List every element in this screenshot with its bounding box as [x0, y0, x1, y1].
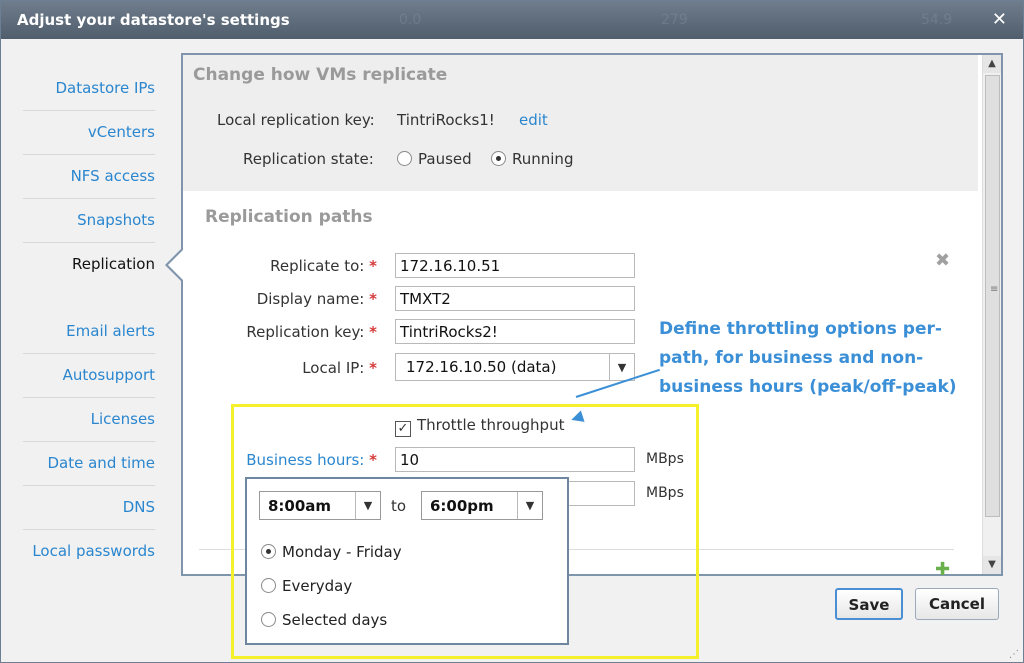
- save-button[interactable]: Save: [835, 588, 903, 620]
- replicate-to-input[interactable]: 172.16.10.51: [395, 253, 635, 278]
- scroll-thumb[interactable]: ≡: [985, 75, 1000, 517]
- option-everyday[interactable]: Everyday: [261, 577, 352, 595]
- ghost-value: 54.9: [921, 12, 953, 28]
- nav-item-vcenters[interactable]: vCenters: [23, 111, 155, 155]
- section-title: Change how VMs replicate: [193, 65, 448, 85]
- option-label: Monday - Friday: [282, 543, 402, 561]
- to-label: to: [391, 497, 407, 515]
- radio-label: Paused: [418, 150, 472, 168]
- chevron-down-icon[interactable]: ▼: [355, 492, 380, 519]
- local-key-label: Local replication key:: [217, 111, 375, 129]
- option-selected-days[interactable]: Selected days: [261, 611, 387, 629]
- state-paused-option[interactable]: Paused: [397, 150, 472, 168]
- scroll-down-icon[interactable]: ▼: [983, 556, 1001, 574]
- paths-section-title: Replication paths: [205, 207, 373, 227]
- to-time-value: 6:00pm: [430, 497, 494, 515]
- settings-nav: Datastore IPs vCenters NFS access Snapsh…: [23, 67, 155, 573]
- nav-item-licenses[interactable]: Licenses: [23, 398, 155, 442]
- chevron-down-icon[interactable]: ▼: [517, 492, 542, 519]
- from-time-select[interactable]: 8:00am ▼: [259, 491, 381, 520]
- radio-icon[interactable]: [397, 151, 412, 166]
- scroll-up-icon[interactable]: ▲: [983, 55, 1001, 73]
- option-monday-friday[interactable]: Monday - Friday: [261, 543, 402, 561]
- local-ip-label: Local IP: *: [302, 359, 377, 377]
- nav-item-local-passwords[interactable]: Local passwords: [23, 530, 155, 573]
- business-hours-popup: 8:00am ▼ to 6:00pm ▼ Monday - Friday Eve…: [245, 477, 569, 645]
- nav-item-email-alerts[interactable]: Email alerts: [23, 310, 155, 354]
- from-time-value: 8:00am: [268, 497, 332, 515]
- option-label: Everyday: [282, 577, 353, 595]
- nav-pointer-fill: [168, 249, 184, 281]
- nav-item-snapshots[interactable]: Snapshots: [23, 199, 155, 243]
- grip-icon: ≡: [990, 284, 999, 295]
- ghost-value: 0.0: [399, 12, 422, 28]
- resize-grip-icon[interactable]: ⋰: [1009, 649, 1019, 660]
- nav-item-nfs-access[interactable]: NFS access: [23, 155, 155, 199]
- radio-selected-icon[interactable]: [491, 151, 506, 166]
- dialog-title: Adjust your datastore's settings: [17, 11, 290, 29]
- state-label: Replication state:: [243, 150, 374, 168]
- local-key-value: TintriRocks1!: [397, 111, 495, 129]
- replicate-section: Change how VMs replicate Local replicati…: [183, 55, 978, 191]
- dialog-titlebar: Adjust your datastore's settings 0.0 279…: [1, 1, 1023, 39]
- replication-key-label: Replication key: *: [246, 323, 377, 341]
- local-ip-value: 172.16.10.50 (data): [406, 358, 557, 376]
- radio-icon[interactable]: [261, 612, 276, 627]
- nav-item-datastore-ips[interactable]: Datastore IPs: [23, 67, 155, 111]
- radio-icon[interactable]: [261, 578, 276, 593]
- replicate-to-label: Replicate to: *: [270, 257, 377, 275]
- nav-item-autosupport[interactable]: Autosupport: [23, 354, 155, 398]
- radio-label: Running: [512, 150, 574, 168]
- chevron-down-icon[interactable]: ▼: [609, 354, 634, 380]
- nav-item-dns[interactable]: DNS: [23, 486, 155, 530]
- close-icon[interactable]: ✕: [992, 9, 1007, 30]
- edit-link[interactable]: edit: [519, 111, 548, 129]
- add-path-icon[interactable]: ✚: [935, 559, 950, 580]
- display-name-input[interactable]: TMXT2: [395, 286, 635, 311]
- ghost-value: 279: [661, 12, 688, 28]
- radio-selected-icon[interactable]: [261, 544, 276, 559]
- display-name-label: Display name: *: [256, 290, 377, 308]
- annotation-text: Define throttling options per-path, for …: [659, 319, 957, 397]
- nav-item-date-and-time[interactable]: Date and time: [23, 442, 155, 486]
- option-label: Selected days: [282, 611, 388, 629]
- replication-key-input[interactable]: TintriRocks2!: [395, 319, 635, 344]
- local-ip-select[interactable]: 172.16.10.50 (data) ▼: [395, 353, 635, 381]
- to-time-select[interactable]: 6:00pm ▼: [421, 491, 543, 520]
- state-running-option[interactable]: Running: [491, 150, 573, 168]
- nav-item-replication[interactable]: Replication: [23, 243, 155, 286]
- remove-path-icon[interactable]: ✖: [935, 250, 950, 271]
- settings-dialog: Adjust your datastore's settings 0.0 279…: [0, 0, 1024, 663]
- cancel-button[interactable]: Cancel: [915, 588, 999, 620]
